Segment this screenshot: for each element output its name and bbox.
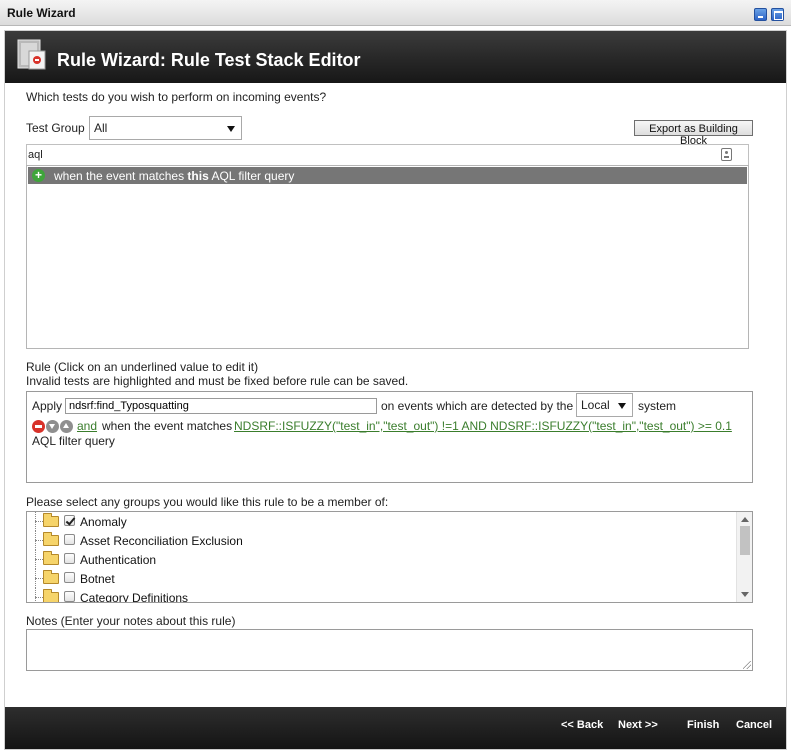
group-item-asset-reconciliation-exclusion[interactable]: Asset Reconciliation Exclusion [27, 531, 727, 550]
finish-button[interactable]: Finish [687, 719, 719, 731]
wizard-footer: << Back Next >> Finish Cancel [5, 707, 786, 749]
group-item-category-definitions[interactable]: Category Definitions [27, 588, 727, 603]
resize-handle-icon[interactable] [743, 661, 751, 669]
test-search-value: aql [28, 149, 43, 161]
system-select[interactable]: Local [576, 393, 633, 417]
test-group-select[interactable]: All [89, 116, 242, 140]
scroll-thumb[interactable] [740, 526, 750, 555]
tests-question: Which tests do you wish to perform on in… [26, 90, 327, 104]
chevron-down-icon [227, 126, 235, 132]
scroll-up-icon[interactable] [741, 517, 749, 522]
rule-name-input[interactable] [65, 398, 377, 414]
test-controls [32, 420, 76, 433]
test-group-value: All [94, 121, 108, 135]
groups-heading: Please select any groups you would like … [26, 495, 389, 509]
group-checkbox[interactable] [64, 534, 75, 545]
minimize-icon[interactable] [754, 8, 767, 21]
groups-scrollbar[interactable] [736, 512, 752, 602]
rule-wizard-icon [17, 39, 46, 70]
rule-box: Apply on events which are detected by th… [26, 391, 753, 483]
group-checkbox[interactable] [64, 553, 75, 564]
rule-note: Invalid tests are highlighted and must b… [26, 374, 409, 388]
apply-label: Apply [32, 399, 63, 413]
group-label: Authentication [80, 553, 157, 567]
scroll-down-icon[interactable] [741, 592, 749, 597]
folder-icon [43, 532, 59, 546]
groups-tree: Anomaly Asset Reconciliation Exclusion A… [26, 511, 753, 603]
wizard-panel: Rule Wizard: Rule Test Stack Editor Whic… [4, 30, 787, 750]
chevron-down-icon [618, 403, 626, 409]
group-label: Category Definitions [80, 591, 189, 603]
notes-textarea[interactable] [26, 629, 753, 671]
export-building-block-button[interactable]: Export as Building Block [634, 120, 753, 147]
group-checkbox[interactable] [64, 572, 75, 583]
wizard-header: Rule Wizard: Rule Test Stack Editor [5, 31, 786, 83]
system-value: Local [581, 398, 610, 412]
group-checkbox[interactable] [64, 515, 75, 526]
notes-heading: Notes (Enter your notes about this rule) [26, 614, 236, 628]
page-title: Rule Wizard: Rule Test Stack Editor [57, 50, 361, 70]
search-options-icon[interactable] [721, 148, 732, 161]
window-title-bar: Rule Wizard [0, 0, 791, 26]
add-test-icon[interactable]: + [32, 169, 45, 182]
test-list-item-label: when the event matches this AQL filter q… [54, 169, 295, 183]
condition-prefix: when the event matches [102, 419, 233, 433]
folder-icon [43, 570, 59, 584]
system-label: system [638, 399, 677, 413]
folder-icon [43, 513, 59, 527]
group-item-anomaly[interactable]: Anomaly [27, 512, 727, 531]
folder-icon [43, 551, 59, 565]
cancel-button[interactable]: Cancel [736, 719, 772, 731]
move-up-icon[interactable] [60, 420, 73, 433]
test-list-item[interactable]: + when the event matches this AQL filter… [28, 167, 747, 184]
folder-icon [43, 589, 59, 602]
rule-heading: Rule (Click on an underlined value to ed… [26, 360, 259, 374]
group-label: Anomaly [80, 515, 127, 529]
group-label: Asset Reconciliation Exclusion [80, 534, 243, 548]
window-title: Rule Wizard [7, 6, 76, 20]
remove-test-icon[interactable] [32, 420, 45, 433]
maximize-icon[interactable] [771, 8, 784, 21]
test-list: + when the event matches this AQL filter… [26, 165, 749, 349]
test-group-label: Test Group [26, 121, 85, 135]
test-search-input[interactable]: aql [26, 144, 749, 166]
next-button[interactable]: Next >> [618, 719, 658, 731]
group-checkbox[interactable] [64, 591, 75, 602]
back-button[interactable]: << Back [561, 719, 603, 731]
aql-query-link[interactable]: NDSRF::ISFUZZY("test_in","test_out") !=1… [234, 419, 732, 433]
and-operator-link[interactable]: and [77, 419, 97, 433]
detected-label: on events which are detected by the [381, 399, 574, 413]
group-label: Botnet [80, 572, 115, 586]
group-item-authentication[interactable]: Authentication [27, 550, 727, 569]
condition-suffix: AQL filter query [32, 434, 115, 448]
move-down-icon[interactable] [46, 420, 59, 433]
group-item-botnet[interactable]: Botnet [27, 569, 727, 588]
